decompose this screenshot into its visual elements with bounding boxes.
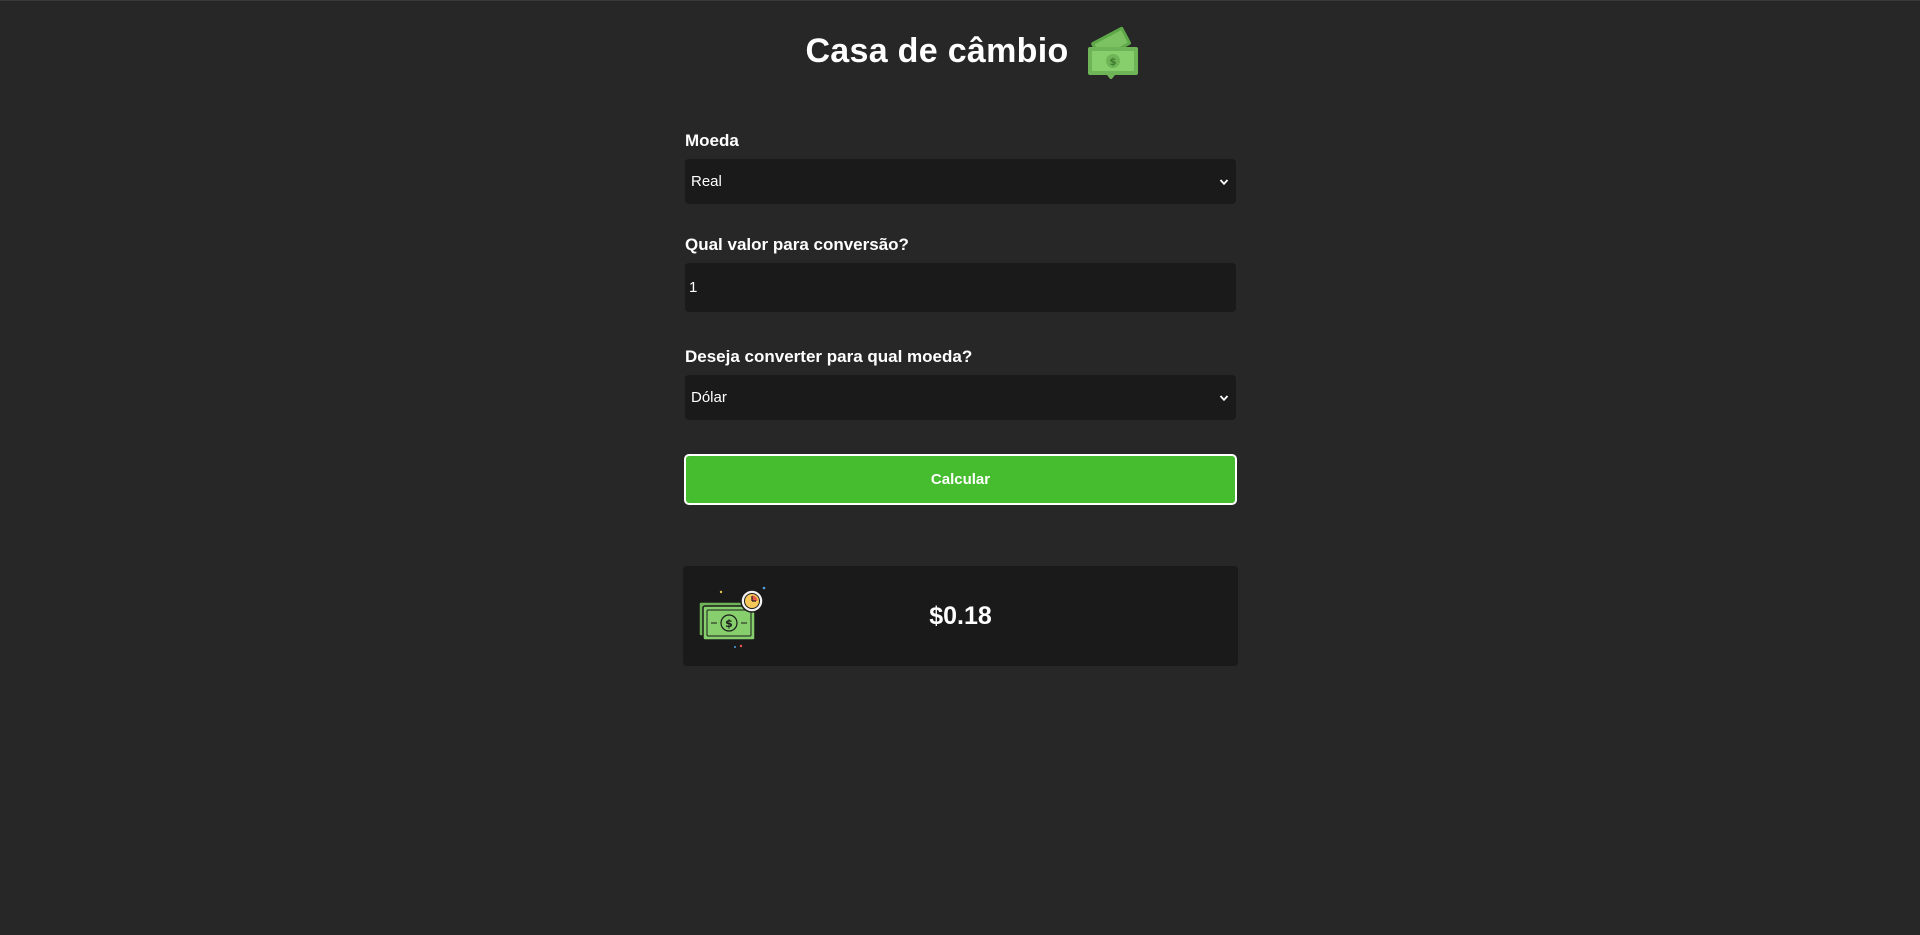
page: Casa de câmbio $ Moeda Real Qual valor p…: [0, 0, 1920, 935]
conversion-form: Moeda Real Qual valor para conversão? 1 …: [684, 131, 1237, 505]
target-currency-group: Deseja converter para qual moeda? Dólar: [685, 347, 1236, 420]
amount-input[interactable]: 1: [685, 263, 1236, 312]
target-currency-label: Deseja converter para qual moeda?: [685, 347, 973, 366]
source-currency-select[interactable]: Real: [685, 159, 1236, 204]
conversion-result: $0.18: [929, 601, 992, 630]
target-currency-value: Dólar: [691, 389, 727, 406]
header: Casa de câmbio $: [0, 23, 1920, 79]
target-currency-select[interactable]: Dólar: [685, 375, 1236, 420]
amount-value: 1: [689, 279, 698, 296]
chevron-down-icon: [1219, 394, 1229, 401]
page-title: Casa de câmbio: [805, 31, 1069, 70]
source-currency-label: Moeda: [685, 131, 739, 150]
amount-group: Qual valor para conversão? 1: [685, 235, 1236, 312]
money-bills-icon: $: [1087, 26, 1138, 79]
chevron-down-icon: [1219, 178, 1229, 185]
source-currency-value: Real: [691, 173, 722, 190]
calculate-button[interactable]: Calcular: [684, 454, 1237, 505]
amount-label: Qual valor para conversão?: [685, 235, 909, 254]
svg-text:$: $: [1109, 57, 1116, 68]
source-currency-group: Moeda Real: [685, 131, 1236, 204]
result-panel: $ $0.18: [683, 566, 1238, 666]
